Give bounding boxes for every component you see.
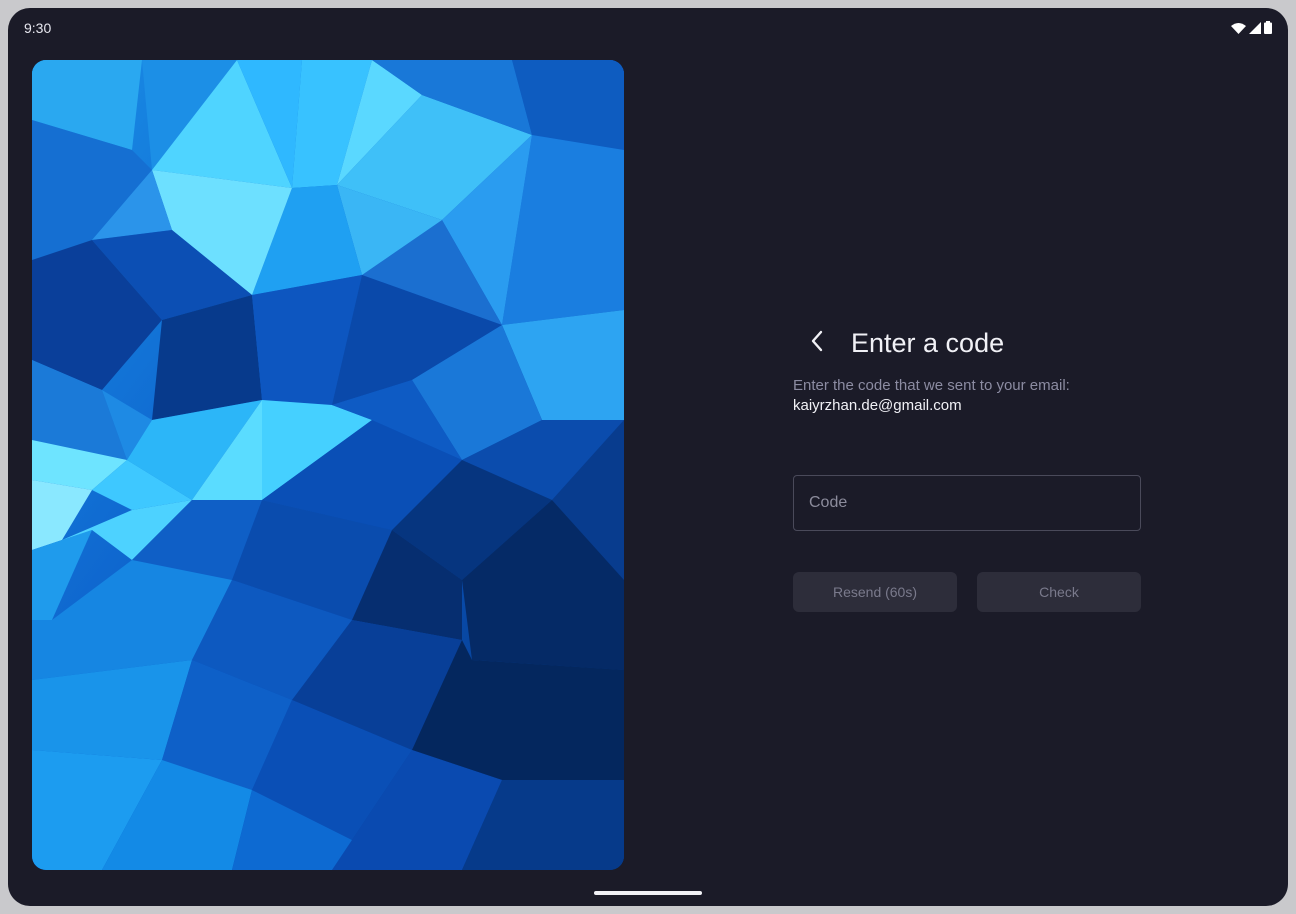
hero-image [32,60,624,870]
subtitle-text: Enter the code that we sent to your emai… [793,377,1070,394]
button-row: Resend (60s) Check [793,572,1141,612]
code-input[interactable] [794,476,1140,530]
email-address: kaiyrzhan.de@gmail.com [793,397,962,414]
verify-code-form: Enter a code Enter the code that we sent… [793,323,1141,612]
wifi-icon [1231,21,1246,39]
status-bar: 9:30 [8,8,1288,48]
title-row: Enter a code [793,323,1141,363]
status-time: 9:30 [24,20,52,36]
page-title: Enter a code [851,327,1005,358]
code-field[interactable] [793,475,1141,531]
resend-button[interactable]: Resend (60s) [793,572,957,612]
battery-icon [1264,21,1272,39]
polygon-wallpaper [32,60,624,870]
chevron-left-icon [810,330,824,357]
status-icons [1231,21,1272,39]
signal-icon [1249,21,1261,39]
back-button[interactable] [797,323,837,363]
navigation-handle[interactable] [594,891,702,895]
check-button[interactable]: Check [977,572,1141,612]
device-screen: 9:30 Enter a code Enter the code that we… [8,8,1288,906]
